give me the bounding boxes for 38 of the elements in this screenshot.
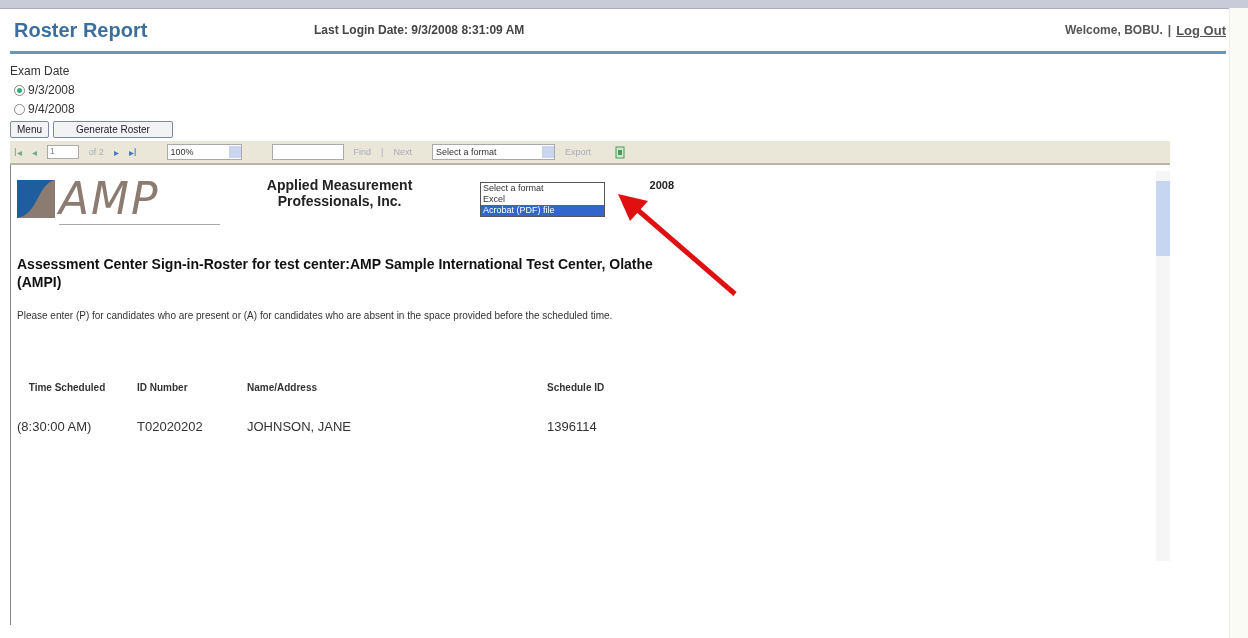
generate-button[interactable]: Generate Roster [53, 121, 173, 138]
welcome-text: Welcome, BOBU. [1065, 23, 1163, 37]
radio-option[interactable]: 9/4/2008 [10, 100, 1226, 119]
menu-item[interactable]: Excel [481, 194, 604, 205]
report-heading: Assessment Center Sign-in-Roster for test center:AMP Sample International Test Center, Olathe (AMPI) [17, 255, 654, 291]
scrollbar[interactable] [1156, 171, 1170, 561]
page-number-field[interactable]: 1 [46, 145, 79, 159]
column-header: Time Scheduled [27, 382, 107, 393]
find-field[interactable] [271, 144, 344, 160]
company-name: Applied Measurement Professionals, Inc. [265, 177, 414, 209]
instructions-text: Please enter (P) for candidates who are present or (A) for candidates who are absent in the space provided before the scheduled time. [17, 309, 614, 322]
table-cell-text: 1396114 [547, 419, 598, 434]
zoom-dropdown[interactable]: 100% [166, 144, 242, 160]
table-cell-text: (8:30:00 AM) [17, 419, 93, 434]
report-date-text: 2008 [649, 179, 675, 191]
logout-link[interactable]: Log Out [1176, 22, 1226, 38]
column-header: Schedule ID [547, 382, 606, 393]
next-page-button[interactable]: ▸ [113, 146, 119, 158]
column-header: ID Number [137, 382, 189, 393]
document-icon[interactable] [614, 145, 625, 159]
table-cell-text: JOHNSON, JANE [247, 419, 352, 434]
menu-item[interactable]: Acrobat (PDF) file [481, 205, 604, 216]
separator: | [381, 147, 384, 157]
scrollbar[interactable] [1229, 8, 1248, 638]
table-cell-text: T02020202 [137, 419, 204, 434]
logo-mark [17, 180, 55, 218]
column-header: Name/Address [247, 382, 319, 393]
logo-text: AMP [59, 173, 220, 225]
menu-button[interactable]: Menu [10, 121, 49, 138]
last-login-text: Last Login Date: 9/3/2008 8:31:09 AM [314, 23, 526, 37]
format-dropdown[interactable]: Select a format [431, 144, 555, 160]
separator: | [1167, 23, 1172, 37]
scrollbar-thumb[interactable] [1156, 181, 1170, 256]
menu-item[interactable]: Select a format [481, 183, 604, 194]
exam-date-label: Exam Date [10, 63, 71, 80]
last-page-button[interactable]: ▸I [128, 146, 137, 158]
page-title: Roster Report [13, 18, 149, 42]
radio-option[interactable]: 9/3/2008 [10, 81, 1226, 100]
